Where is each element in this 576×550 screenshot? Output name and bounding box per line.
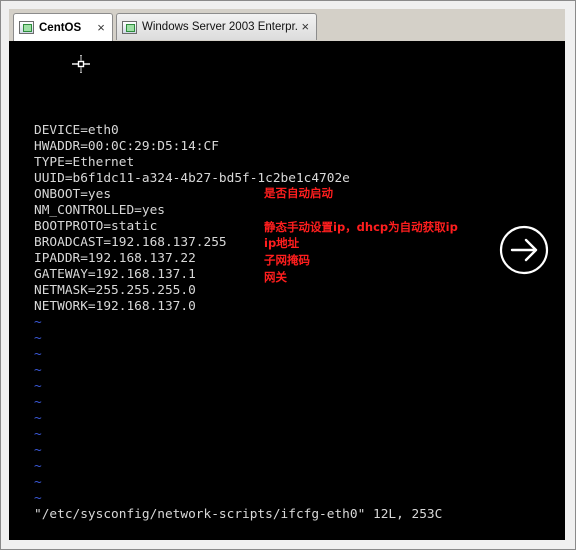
- annotation-bootproto: 静态手动设置ip，dhcp为自动获取ip: [264, 220, 458, 234]
- empty-line-marker: ~: [34, 315, 42, 330]
- empty-line-marker: ~: [34, 491, 42, 506]
- annotation-netmask: 子网掩码: [264, 253, 310, 267]
- config-line-broadcast: BROADCAST=192.168.137.255: [34, 235, 227, 250]
- vm-icon: [19, 21, 34, 34]
- close-icon[interactable]: ×: [299, 20, 313, 34]
- config-line-ipaddr: IPADDR=192.168.137.22: [34, 251, 196, 266]
- vm-icon: [122, 20, 137, 34]
- empty-line-marker: ~: [34, 427, 42, 442]
- empty-line-marker: ~: [34, 475, 42, 490]
- config-line-gateway: GATEWAY=192.168.137.1: [34, 267, 196, 282]
- empty-line-marker: ~: [34, 331, 42, 346]
- config-line-type: TYPE=Ethernet: [34, 155, 135, 170]
- vi-status-line: "/etc/sysconfig/network-scripts/ifcfg-et…: [34, 507, 443, 522]
- empty-line-marker: ~: [34, 379, 42, 394]
- empty-line-marker: ~: [34, 395, 42, 410]
- config-line-hwaddr: HWADDR=00:0C:29:D5:14:CF: [34, 139, 219, 154]
- config-line-netmask: NETMASK=255.255.255.0: [34, 283, 196, 298]
- empty-line-marker: ~: [34, 411, 42, 426]
- annotation-onboot: 是否自动启动: [264, 186, 333, 200]
- tab-label: Windows Server 2003 Enterpr...: [142, 21, 299, 33]
- empty-line-marker: ~: [34, 459, 42, 474]
- config-line-network: NETWORK=192.168.137.0: [34, 299, 196, 314]
- vm-console[interactable]: DEVICE=eth0 HWADDR=00:0C:29:D5:14:CF TYP…: [9, 41, 565, 540]
- empty-line-marker: ~: [34, 347, 42, 362]
- annotation-ipaddr: ip地址: [264, 236, 300, 250]
- config-line-nm-controlled: NM_CONTROLLED=yes: [34, 203, 165, 218]
- close-icon[interactable]: ×: [94, 20, 108, 35]
- arrow-right-circle-icon[interactable]: [499, 225, 549, 275]
- annotation-gateway: 网关: [264, 270, 287, 284]
- tab-label: CentOS: [39, 21, 82, 34]
- tab-centos[interactable]: CentOS ×: [13, 13, 113, 41]
- config-line-bootproto: BOOTPROTO=static: [34, 219, 158, 234]
- move-crosshair-icon: [72, 55, 90, 73]
- config-line-device: DEVICE=eth0: [34, 123, 119, 138]
- empty-line-marker: ~: [34, 443, 42, 458]
- empty-line-marker: ~: [34, 363, 42, 378]
- tab-windows-server-2003[interactable]: Windows Server 2003 Enterpr... ×: [116, 13, 317, 40]
- tab-bar: CentOS × Windows Server 2003 Enterpr... …: [9, 9, 565, 42]
- config-line-onboot: ONBOOT=yes: [34, 187, 112, 202]
